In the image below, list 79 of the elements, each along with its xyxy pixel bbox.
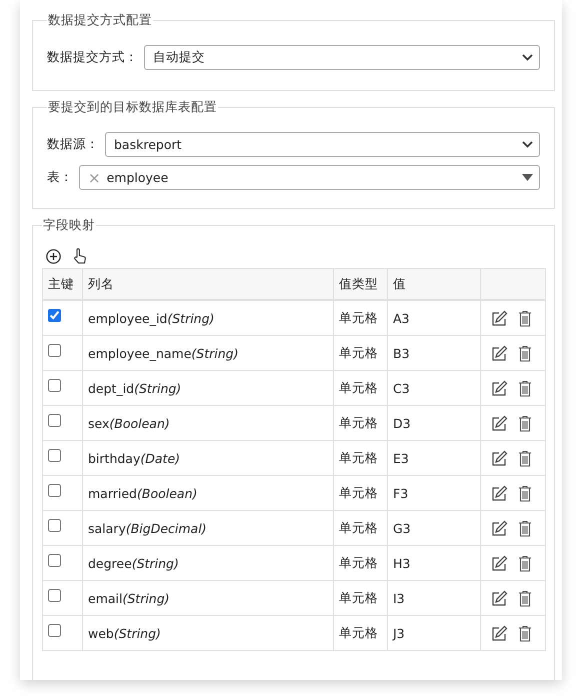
delete-icon[interactable] <box>518 414 532 432</box>
primary-key-checkbox[interactable] <box>48 344 61 357</box>
table-cell: employee_id(String) <box>82 300 334 336</box>
column-header: 值类型 <box>334 268 388 300</box>
edit-icon[interactable] <box>491 344 508 362</box>
edit-icon[interactable] <box>491 624 508 642</box>
edit-icon[interactable] <box>491 310 508 326</box>
table-cell: birthday(Date) <box>82 440 334 476</box>
edit-icon[interactable] <box>491 484 508 502</box>
primary-key-checkbox[interactable] <box>48 589 61 602</box>
primary-key-checkbox[interactable] <box>48 624 61 637</box>
delete-icon[interactable] <box>518 554 532 572</box>
column-header: 列名 <box>82 268 334 300</box>
datasource-select[interactable]: baskreport <box>105 132 540 157</box>
delete-icon[interactable] <box>518 380 532 396</box>
primary-key-checkbox[interactable] <box>48 449 61 462</box>
table-cell: 单元格 <box>334 336 388 370</box>
table-cell: E3 <box>388 440 480 476</box>
table-cell: A3 <box>388 300 480 336</box>
selected-table: employee <box>106 170 168 185</box>
submit-mode-select[interactable]: 自动提交 <box>144 45 540 70</box>
field-label: 数据提交方式： <box>47 49 138 66</box>
table-cell: C3 <box>388 370 480 406</box>
dropdown-triangle-icon <box>522 174 533 181</box>
table-cell: H3 <box>388 546 480 580</box>
table-cell: G3 <box>388 510 480 546</box>
edit-icon[interactable] <box>491 450 508 466</box>
primary-key-checkbox[interactable] <box>48 379 61 392</box>
table-cell: 单元格 <box>334 440 388 476</box>
table-cell: 单元格 <box>334 300 388 336</box>
table-cell: F3 <box>388 476 480 510</box>
delete-icon[interactable] <box>518 484 532 502</box>
primary-key-checkbox[interactable] <box>48 309 61 322</box>
table-cell: dept_id(String) <box>82 370 334 406</box>
chevron-down-icon <box>522 141 533 148</box>
table-cell: I3 <box>388 580 480 616</box>
edit-icon[interactable] <box>491 520 508 536</box>
table-cell: B3 <box>388 336 480 370</box>
delete-icon[interactable] <box>518 590 532 606</box>
section-legend: 要提交到的目标数据库表配置 <box>47 99 218 116</box>
column-header: 主键 <box>42 268 82 300</box>
edit-icon[interactable] <box>491 380 508 396</box>
field-label: 数据源： <box>47 136 99 153</box>
table-cell: email(String) <box>82 580 334 616</box>
section-legend: 数据提交方式配置 <box>47 12 153 29</box>
field-label: 表： <box>47 169 73 186</box>
delete-icon[interactable] <box>518 344 532 362</box>
delete-icon[interactable] <box>518 310 532 326</box>
primary-key-checkbox[interactable] <box>48 484 61 497</box>
table-cell: 单元格 <box>334 510 388 546</box>
edit-icon[interactable] <box>491 554 508 572</box>
table-cell: 单元格 <box>334 616 388 650</box>
hand-pointer-icon[interactable] <box>73 248 87 264</box>
table-cell: J3 <box>388 616 480 650</box>
delete-icon[interactable] <box>518 520 532 536</box>
table-cell: 单元格 <box>334 580 388 616</box>
edit-icon[interactable] <box>491 414 508 432</box>
table-cell: 单元格 <box>334 546 388 580</box>
table-cell: D3 <box>388 406 480 440</box>
primary-key-checkbox[interactable] <box>48 519 61 532</box>
table-cell: 单元格 <box>334 370 388 406</box>
primary-key-checkbox[interactable] <box>48 554 61 567</box>
chevron-down-icon <box>522 54 533 61</box>
table-select[interactable]: × employee <box>79 165 540 190</box>
table-cell: 单元格 <box>334 476 388 510</box>
column-header: 值 <box>388 268 480 300</box>
table-cell: employee_name(String) <box>82 336 334 370</box>
table-cell: sex(Boolean) <box>82 406 334 440</box>
table-cell: web(String) <box>82 616 334 650</box>
table-cell: salary(BigDecimal) <box>82 510 334 546</box>
table-cell: 单元格 <box>334 406 388 440</box>
delete-icon[interactable] <box>518 624 532 642</box>
primary-key-checkbox[interactable] <box>48 414 61 427</box>
table-cell: married(Boolean) <box>82 476 334 510</box>
table-cell: degree(String) <box>82 546 334 580</box>
delete-icon[interactable] <box>518 450 532 466</box>
section-legend: 字段映射 <box>42 217 96 234</box>
add-icon[interactable] <box>46 248 61 264</box>
edit-icon[interactable] <box>491 590 508 606</box>
